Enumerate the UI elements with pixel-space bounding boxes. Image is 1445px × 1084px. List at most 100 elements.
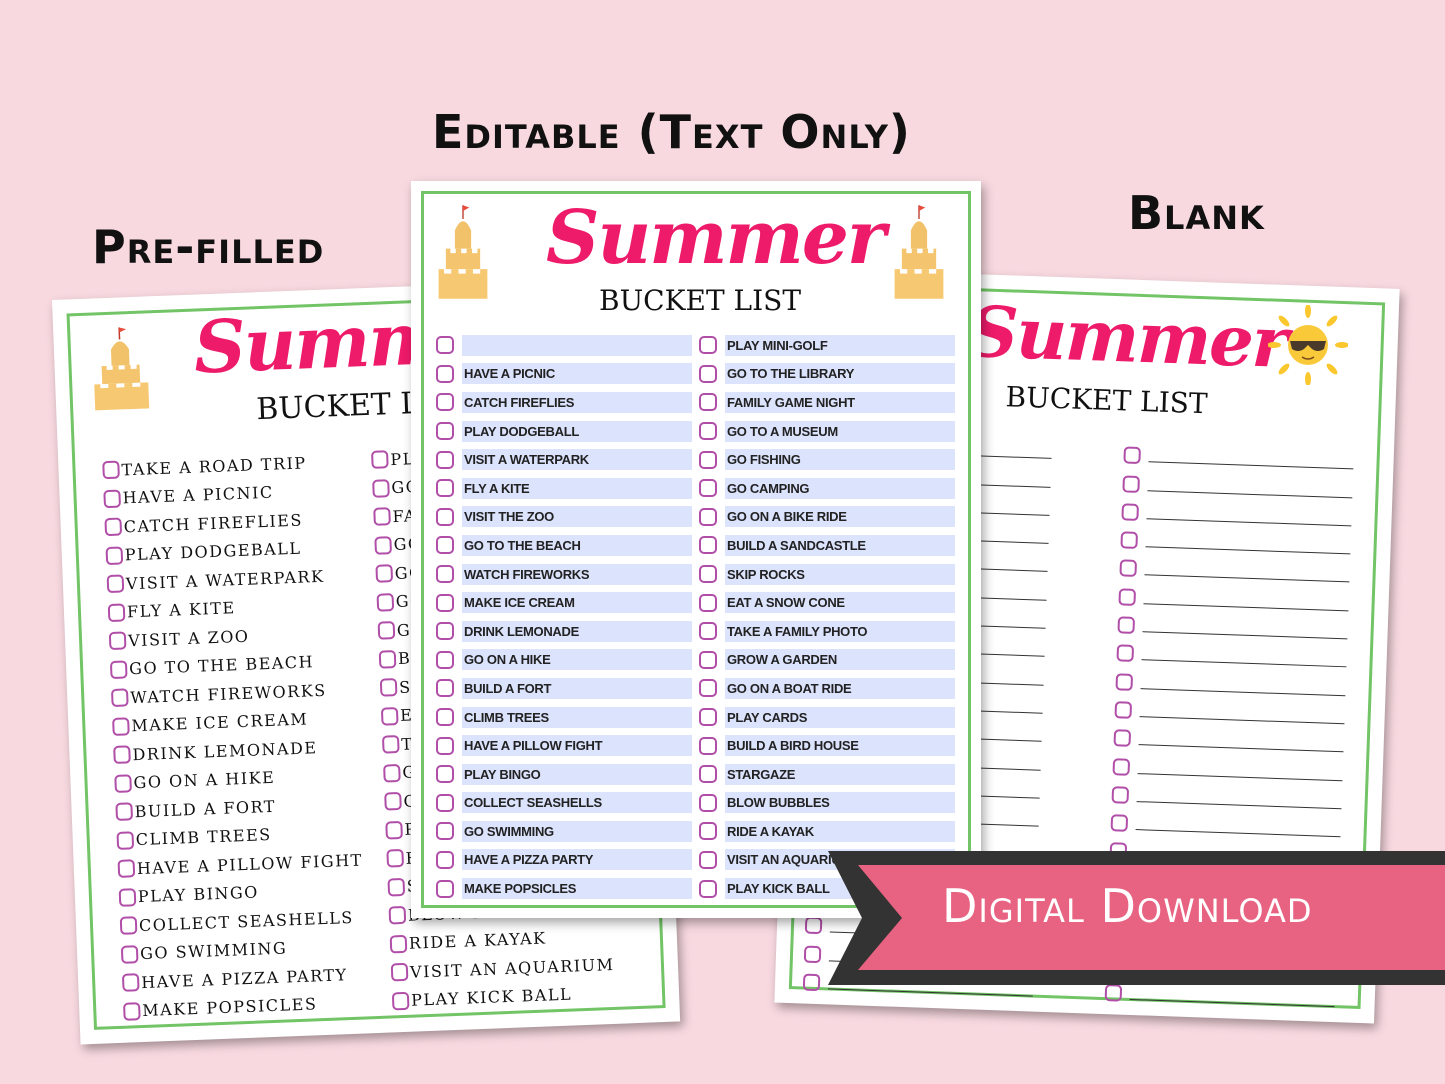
checkbox[interactable] <box>436 765 454 784</box>
editable-text-field[interactable]: COLLECT SEASHELLS <box>462 792 692 814</box>
checkbox[interactable] <box>1123 446 1141 465</box>
checkbox[interactable] <box>436 879 454 898</box>
checkbox[interactable] <box>803 945 822 963</box>
editable-text-field[interactable]: GO ON A HIKE <box>462 649 692 671</box>
checkbox[interactable] <box>699 536 717 555</box>
checkbox[interactable] <box>103 489 122 508</box>
checkbox[interactable] <box>699 879 717 898</box>
checkbox[interactable] <box>106 574 125 594</box>
checkbox[interactable] <box>699 765 717 784</box>
checkbox[interactable] <box>699 507 717 526</box>
checkbox[interactable] <box>699 850 717 869</box>
editable-text-field[interactable]: STARGAZE <box>725 763 955 785</box>
checkbox[interactable] <box>1114 701 1133 719</box>
editable-text-field[interactable]: WATCH FIREWORKS <box>462 563 692 585</box>
checkbox[interactable] <box>112 717 130 736</box>
write-in-line[interactable] <box>827 988 1033 997</box>
checkbox[interactable] <box>436 336 454 355</box>
checkbox[interactable] <box>102 460 120 480</box>
checkbox[interactable] <box>804 916 823 935</box>
editable-text-field[interactable]: VISIT A WATERPARK <box>462 449 692 471</box>
checkbox[interactable] <box>699 679 717 698</box>
write-in-line[interactable] <box>1143 602 1349 612</box>
checkbox[interactable] <box>377 621 396 640</box>
checkbox[interactable] <box>1119 559 1137 578</box>
write-in-line[interactable] <box>1137 772 1343 781</box>
editable-text-field[interactable]: RIDE A KAYAK <box>725 820 955 842</box>
editable-text-field[interactable]: PLAY DODGEBALL <box>462 420 692 442</box>
editable-text-field[interactable]: HAVE A PIZZA PARTY <box>462 849 692 871</box>
checkbox[interactable] <box>436 850 454 869</box>
checkbox[interactable] <box>1118 588 1137 606</box>
checkbox[interactable] <box>1117 616 1136 634</box>
checkbox[interactable] <box>699 450 717 469</box>
checkbox[interactable] <box>699 336 717 355</box>
checkbox[interactable] <box>384 792 402 811</box>
checkbox[interactable] <box>371 450 389 470</box>
checkbox[interactable] <box>436 822 454 841</box>
write-in-line[interactable] <box>1138 744 1344 753</box>
editable-text-field[interactable]: BLOW BUBBLES <box>725 792 955 814</box>
checkbox[interactable] <box>436 450 454 469</box>
checkbox[interactable] <box>385 820 403 840</box>
editable-text-field[interactable]: DRINK LEMONADE <box>462 620 692 642</box>
editable-text-field[interactable]: HAVE A PICNIC <box>462 363 692 385</box>
checkbox[interactable] <box>374 535 392 555</box>
checkbox[interactable] <box>436 622 454 641</box>
editable-text-field[interactable]: VISIT THE ZOO <box>462 506 692 528</box>
editable-text-field[interactable]: BUILD A BIRD HOUSE <box>725 735 955 757</box>
checkbox[interactable] <box>381 735 400 754</box>
editable-text-field[interactable]: MAKE POPSICLES <box>462 878 692 900</box>
checkbox[interactable] <box>699 393 717 412</box>
checkbox[interactable] <box>123 1001 141 1021</box>
checkbox[interactable] <box>108 631 127 651</box>
editable-text-field[interactable]: PLAY MINI-GOLF <box>725 334 955 356</box>
editable-text-field[interactable]: GO TO A MUSEUM <box>725 420 955 442</box>
checkbox[interactable] <box>1112 757 1131 776</box>
checkbox[interactable] <box>1115 672 1134 691</box>
write-in-line[interactable] <box>1148 461 1354 470</box>
editable-text-field[interactable]: PLAY BINGO <box>462 763 692 785</box>
checkbox[interactable] <box>107 603 126 622</box>
checkbox[interactable] <box>1121 503 1139 521</box>
editable-text-field[interactable]: GO SWIMMING <box>462 820 692 842</box>
checkbox[interactable] <box>388 906 407 925</box>
editable-text-field[interactable]: GO TO THE BEACH <box>462 534 692 556</box>
checkbox[interactable] <box>436 565 454 584</box>
checkbox[interactable] <box>436 422 454 441</box>
checkbox[interactable] <box>436 364 454 383</box>
checkbox[interactable] <box>121 973 140 993</box>
editable-text-field[interactable]: GO ON A BOAT RIDE <box>725 677 955 699</box>
checkbox[interactable] <box>113 745 131 765</box>
checkbox[interactable] <box>1113 729 1132 748</box>
checkbox[interactable] <box>699 479 717 498</box>
checkbox[interactable] <box>120 944 139 964</box>
write-in-line[interactable] <box>1142 631 1348 640</box>
editable-text-field[interactable]: FAMILY GAME NIGHT <box>725 391 955 413</box>
checkbox[interactable] <box>699 622 717 641</box>
write-in-line[interactable] <box>1145 546 1351 555</box>
checkbox[interactable] <box>391 991 410 1011</box>
checkbox[interactable] <box>375 564 394 584</box>
editable-text-field[interactable]: HAVE A PILLOW FIGHT <box>462 735 692 757</box>
checkbox[interactable] <box>699 793 717 812</box>
checkbox[interactable] <box>699 708 717 727</box>
checkbox[interactable] <box>1111 786 1130 804</box>
checkbox[interactable] <box>390 963 409 982</box>
checkbox[interactable] <box>386 849 405 868</box>
checkbox[interactable] <box>699 364 717 383</box>
editable-text-field[interactable]: MAKE ICE CREAM <box>462 592 692 614</box>
checkbox[interactable] <box>117 859 136 879</box>
checkbox[interactable] <box>436 507 454 526</box>
checkbox[interactable] <box>436 736 454 755</box>
checkbox[interactable] <box>116 831 135 850</box>
checkbox[interactable] <box>380 706 399 726</box>
editable-text-field[interactable]: FLY A KITE <box>462 477 692 499</box>
editable-text-field[interactable]: PLAY CARDS <box>725 706 955 728</box>
checkbox[interactable] <box>114 774 132 793</box>
checkbox[interactable] <box>383 763 401 783</box>
editable-text-field[interactable] <box>462 334 692 356</box>
write-in-line[interactable] <box>1139 716 1345 725</box>
checkbox[interactable] <box>1104 984 1123 1002</box>
editable-text-field[interactable]: GO ON A BIKE RIDE <box>725 506 955 528</box>
